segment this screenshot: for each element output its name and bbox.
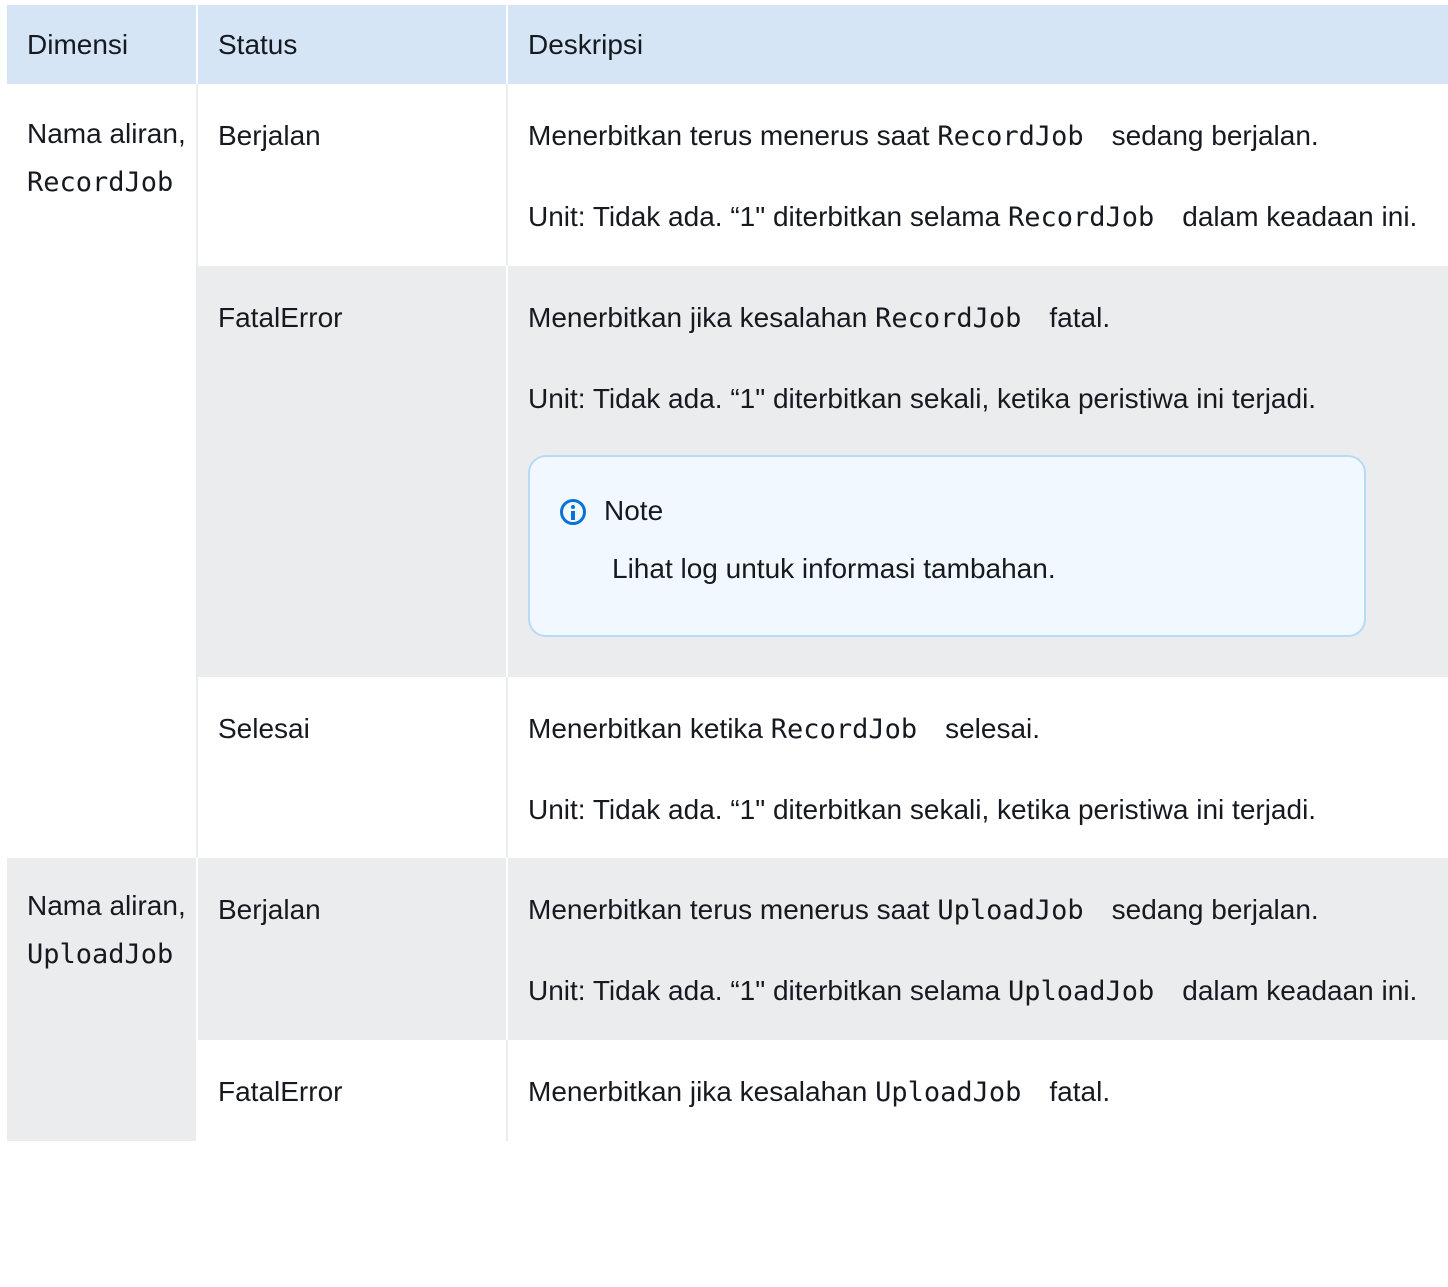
header-status: Status	[197, 5, 508, 84]
description-cell: Menerbitkan jika kesalahan RecordJob fata…	[507, 266, 1448, 677]
table-row: Selesai Menerbitkan ketika RecordJob sele…	[7, 677, 1448, 858]
description-cell: Menerbitkan ketika RecordJob selesai. Uni…	[507, 677, 1448, 858]
status-label: FatalError	[218, 302, 343, 333]
note-title: Note	[604, 495, 664, 526]
status-cell: Selesai	[197, 677, 508, 858]
dimension-label: Nama aliran,	[27, 118, 186, 149]
description-code: UploadJob	[875, 1077, 1022, 1108]
description-text: Menerbitkan ketika RecordJob selesai.	[528, 705, 1428, 754]
status-label: Berjalan	[218, 120, 321, 151]
unit-text: Unit: Tidak ada. “1" diterbitkan selama …	[528, 967, 1428, 1016]
metrics-table-container: Dimensi Status Deskripsi Nama aliran, Re…	[7, 5, 1448, 1287]
description-cell: Menerbitkan terus menerus saat RecordJob…	[507, 84, 1448, 266]
table-header-row: Dimensi Status Deskripsi	[7, 5, 1448, 84]
dimension-cell: Nama aliran, RecordJob	[7, 84, 198, 858]
description-suffix: fatal.	[1049, 1076, 1111, 1107]
description-prefix: Menerbitkan terus menerus saat	[528, 120, 938, 151]
description-suffix: selesai.	[945, 713, 1041, 744]
dimension-cell: Nama aliran, UploadJob	[7, 858, 198, 1141]
table-row: Nama aliran, RecordJob Berjalan Menerbit…	[7, 84, 1448, 858]
unit-suffix: dalam keadaan ini.	[1182, 975, 1418, 1006]
status-cell: FatalError	[197, 1040, 508, 1141]
description-text: Menerbitkan terus menerus saat UploadJob…	[528, 886, 1428, 935]
status-label: FatalError	[218, 1076, 343, 1107]
description-text: Menerbitkan terus menerus saat RecordJob…	[528, 112, 1428, 161]
status-label: Berjalan	[218, 894, 321, 925]
description-cell: Menerbitkan jika kesalahan UploadJob fata…	[507, 1040, 1448, 1141]
dimension-code: RecordJob	[27, 167, 174, 198]
unit-text: Unit: Tidak ada. “1" diterbitkan sekali,…	[528, 794, 1317, 825]
table-row: FatalError Menerbitkan jika kesalahan Up…	[7, 1040, 1448, 1141]
note-callout: Note Lihat log untuk informasi tambahan.	[528, 455, 1366, 637]
unit-text: Unit: Tidak ada. “1" diterbitkan sekali,…	[528, 383, 1317, 414]
description-prefix: Menerbitkan jika kesalahan	[528, 302, 876, 333]
description-text: Menerbitkan jika kesalahan UploadJob fata…	[528, 1068, 1428, 1117]
unit-prefix: Unit: Tidak ada. “1" diterbitkan selama	[528, 201, 1008, 232]
description-suffix: sedang berjalan.	[1111, 894, 1319, 925]
unit-code: RecordJob	[1007, 202, 1155, 233]
status-label: Selesai	[218, 713, 310, 744]
description-suffix: sedang berjalan.	[1111, 120, 1319, 151]
note-body: Lihat log untuk informasi tambahan.	[612, 553, 1056, 584]
description-code: RecordJob	[937, 121, 1084, 152]
table-row: Nama aliran, UploadJob Berjalan Menerbit…	[7, 858, 1448, 1141]
info-icon	[560, 499, 586, 525]
note-header: Note	[560, 487, 1334, 535]
table-row: FatalError Menerbitkan jika kesalahan Re…	[7, 266, 1448, 677]
description-code: RecordJob	[770, 714, 918, 745]
description-text: Menerbitkan jika kesalahan RecordJob fata…	[528, 294, 1428, 343]
unit-suffix: dalam keadaan ini.	[1182, 201, 1418, 232]
description-prefix: Menerbitkan jika kesalahan	[528, 1076, 876, 1107]
description-code: RecordJob	[875, 303, 1022, 334]
metrics-dimension-table: Dimensi Status Deskripsi Nama aliran, Re…	[7, 5, 1448, 1141]
status-cell: Berjalan	[197, 84, 508, 266]
status-cell: Berjalan	[197, 858, 508, 1040]
unit-text: Unit: Tidak ada. “1" diterbitkan selama …	[528, 193, 1428, 242]
header-description: Deskripsi	[507, 5, 1448, 84]
description-prefix: Menerbitkan terus menerus saat	[528, 894, 938, 925]
description-suffix: fatal.	[1049, 302, 1111, 333]
unit-prefix: Unit: Tidak ada. “1" diterbitkan selama	[528, 975, 1008, 1006]
status-cell: FatalError	[197, 266, 508, 677]
dimension-code: UploadJob	[27, 939, 174, 970]
description-prefix: Menerbitkan ketika	[528, 713, 771, 744]
dimension-label: Nama aliran,	[27, 890, 186, 921]
description-code: UploadJob	[937, 895, 1084, 926]
unit-code: UploadJob	[1007, 976, 1155, 1007]
header-dimension: Dimensi	[7, 5, 198, 84]
description-cell: Menerbitkan terus menerus saat UploadJob…	[507, 858, 1448, 1040]
